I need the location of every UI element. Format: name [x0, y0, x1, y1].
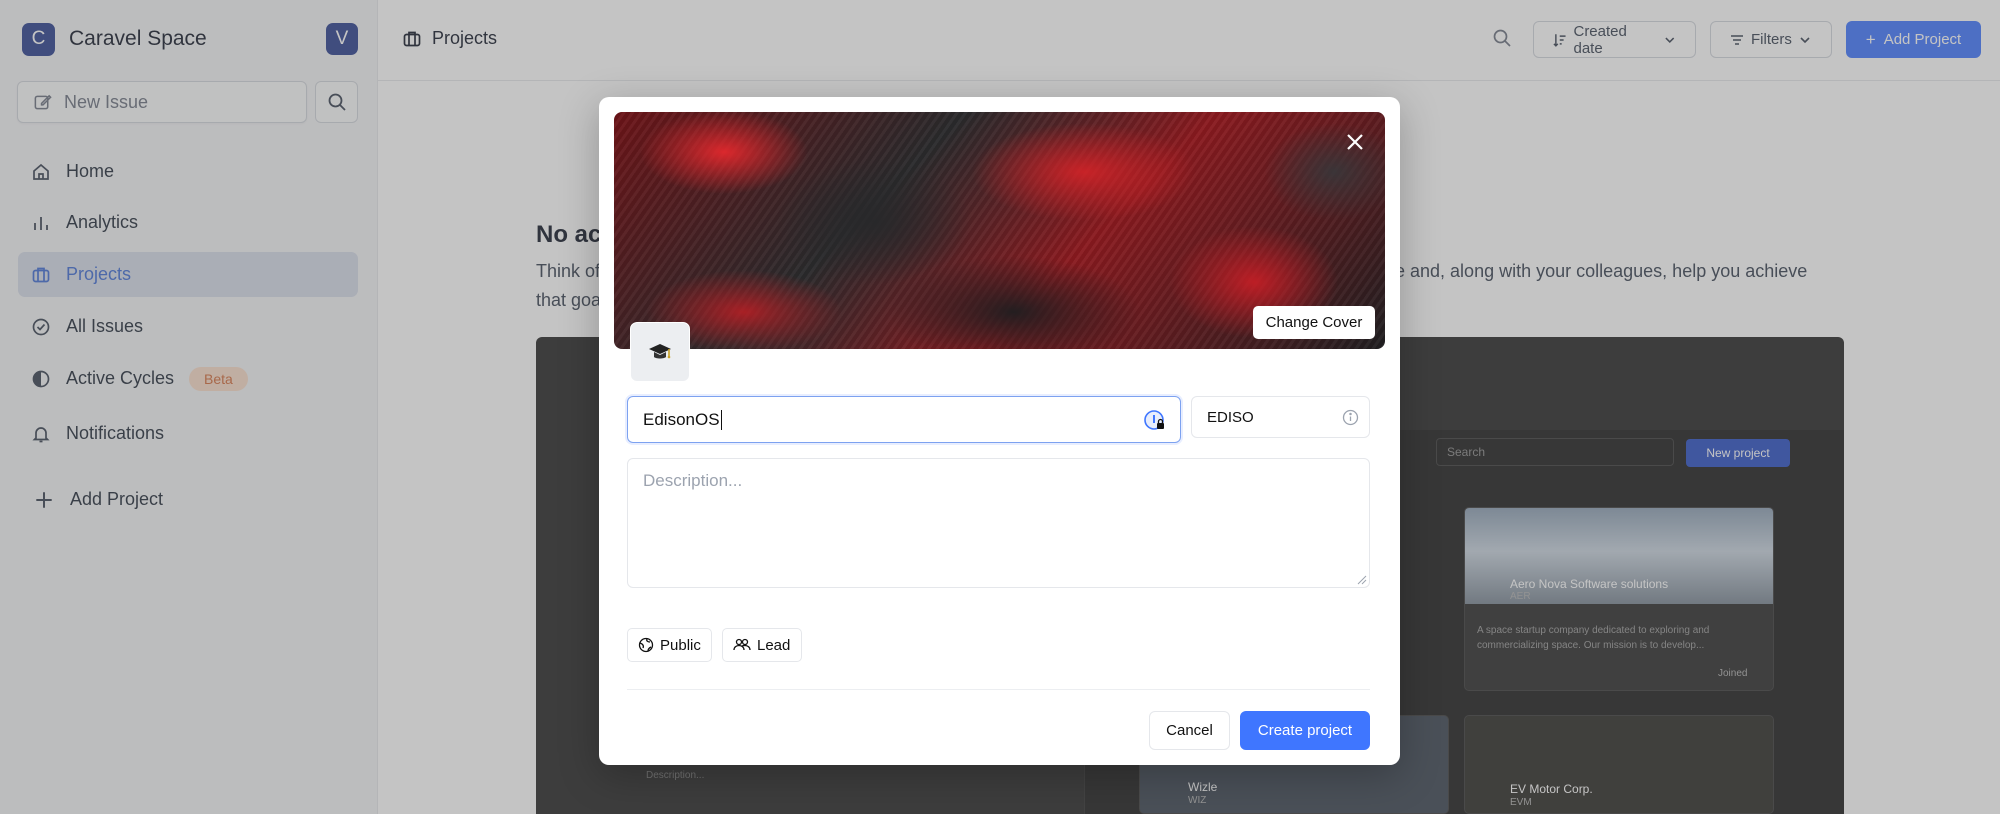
- project-emoji-picker[interactable]: [630, 322, 690, 382]
- lead-label: Lead: [757, 636, 791, 654]
- cancel-button[interactable]: Cancel: [1149, 711, 1230, 750]
- project-cover-image: Change Cover: [614, 112, 1385, 349]
- text-caret: [720, 409, 722, 430]
- password-manager-icon[interactable]: [1143, 409, 1167, 438]
- users-icon: [733, 638, 751, 651]
- project-description-textarea[interactable]: Description...: [627, 458, 1370, 588]
- info-icon[interactable]: [1342, 409, 1359, 430]
- close-button[interactable]: [1345, 132, 1365, 157]
- project-name-input[interactable]: EdisonOS: [627, 396, 1181, 443]
- create-project-modal: Change Cover EdisonOS EDISO Description.…: [599, 97, 1400, 765]
- resize-handle-icon[interactable]: [1357, 575, 1367, 585]
- project-identifier-input[interactable]: EDISO: [1191, 396, 1370, 438]
- change-cover-button[interactable]: Change Cover: [1253, 306, 1375, 339]
- project-name-value: EdisonOS: [643, 409, 720, 429]
- description-placeholder: Description...: [643, 471, 743, 490]
- network-dropdown[interactable]: Public: [627, 628, 712, 662]
- globe-icon: [638, 637, 654, 653]
- project-identifier-value: EDISO: [1207, 408, 1254, 426]
- modal-divider: [627, 689, 1370, 690]
- lead-dropdown[interactable]: Lead: [722, 628, 802, 662]
- close-icon: [1347, 134, 1363, 150]
- create-project-button[interactable]: Create project: [1240, 711, 1370, 750]
- network-label: Public: [660, 636, 701, 654]
- graduation-cap-icon: [649, 344, 671, 359]
